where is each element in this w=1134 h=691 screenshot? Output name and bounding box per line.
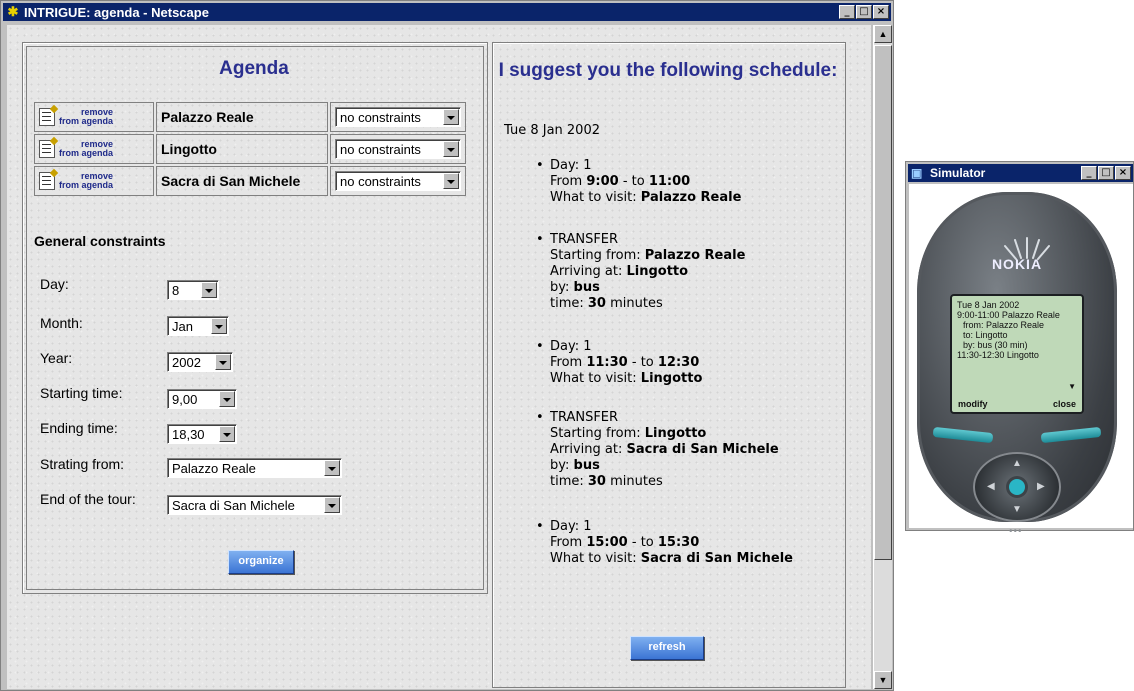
organize-button[interactable]: organize (228, 550, 294, 574)
place-name: Palazzo Reale (156, 102, 328, 132)
starting-from-select[interactable]: Palazzo Reale (167, 458, 342, 478)
simulator-titlebar: ▣ Simulator _ □ × (908, 164, 1133, 182)
softkey-modify[interactable]: modify (958, 399, 988, 409)
agenda-title: Agenda (219, 58, 289, 79)
schedule-date: Tue 8 Jan 2002 (504, 123, 600, 138)
schedule-item: • Day: 1 From 15:00 - to 15:30 What to v… (536, 519, 793, 566)
scroll-thumb[interactable] (874, 45, 892, 560)
constraint-select[interactable]: no constraints (335, 171, 461, 191)
ending-time-label: Ending time: (40, 420, 118, 436)
refresh-button[interactable]: refresh (630, 636, 704, 660)
year-select[interactable]: 2002 (167, 352, 233, 372)
schedule-item: • Day: 1 From 9:00 - to 11:00 What to vi… (536, 158, 742, 205)
simulator-body: NOKIA Tue 8 Jan 2002 9:00-11:00 Palazzo … (909, 184, 1133, 537)
simulator-icon: ▣ (911, 166, 923, 180)
bullet-icon: • (536, 158, 544, 173)
maximize-button[interactable]: □ (1098, 166, 1114, 180)
nav-left-icon[interactable]: ◀ (987, 481, 995, 492)
chevron-down-icon[interactable] (219, 426, 235, 442)
chevron-down-icon[interactable] (201, 282, 217, 298)
maximize-button[interactable]: □ (856, 5, 872, 19)
chevron-down-icon[interactable] (443, 109, 459, 125)
agenda-table: remove from agenda Palazzo Reale no cons… (32, 100, 468, 198)
bullet-icon: • (536, 232, 544, 247)
table-row: remove from agenda Sacra di San Michele … (34, 166, 466, 196)
schedule-item: • TRANSFER Starting from: Lingotto Arriv… (536, 410, 779, 489)
day-label: Day: (40, 276, 69, 292)
chevron-down-icon[interactable] (443, 173, 459, 189)
schedule-item: • Day: 1 From 11:30 - to 12:30 What to v… (536, 339, 703, 386)
nav-select-button[interactable] (1009, 479, 1025, 495)
close-button[interactable]: × (1115, 166, 1131, 180)
month-select[interactable]: Jan (167, 316, 229, 336)
chevron-down-icon[interactable] (324, 497, 340, 513)
bullet-icon: • (536, 410, 544, 425)
month-label: Month: (40, 315, 83, 331)
navigation-pad[interactable]: ▲ ▼ ◀ ▶ (973, 452, 1061, 522)
remove-from-agenda-button[interactable]: remove from agenda (39, 172, 149, 190)
starting-from-label: Strating from: (40, 456, 125, 472)
remove-from-agenda-button[interactable]: remove from agenda (39, 140, 149, 158)
bullet-icon: • (536, 519, 544, 534)
starting-time-select[interactable]: 9,00 (167, 389, 237, 409)
remove-agenda-icon (39, 108, 55, 126)
chevron-down-icon[interactable] (215, 354, 231, 370)
simulator-title: Simulator (930, 166, 986, 180)
year-label: Year: (40, 350, 73, 366)
scroll-down-icon: ▼ (1068, 382, 1076, 391)
place-name: Sacra di San Michele (156, 166, 328, 196)
close-button[interactable]: × (873, 5, 889, 19)
simulator-window: ▣ Simulator _ □ × NOKIA Tue 8 Jan 2002 9… (905, 161, 1134, 537)
general-constraints-title: General constraints (34, 233, 166, 249)
nav-down-icon[interactable]: ▼ (1012, 504, 1022, 515)
remove-agenda-icon (39, 140, 55, 158)
end-of-tour-label: End of the tour: (40, 491, 136, 507)
table-row: remove from agenda Lingotto no constrain… (34, 134, 466, 164)
browser-title: INTRIGUE: agenda - Netscape (24, 4, 209, 20)
chevron-down-icon[interactable] (324, 460, 340, 476)
netscape-icon: ✱ (7, 4, 19, 19)
minimize-button[interactable]: _ (1081, 166, 1097, 180)
schedule-item: • TRANSFER Starting from: Palazzo Reale … (536, 232, 746, 311)
remove-agenda-icon (39, 172, 55, 190)
schedule-title: I suggest you the following schedule: (498, 60, 838, 81)
bullet-icon: • (536, 339, 544, 354)
scroll-down-arrow-icon[interactable]: ▼ (874, 671, 892, 689)
browser-titlebar: ✱ INTRIGUE: agenda - Netscape _ □ × (3, 3, 891, 21)
place-name: Lingotto (156, 134, 328, 164)
end-of-tour-select[interactable]: Sacra di San Michele (167, 495, 342, 515)
ending-time-select[interactable]: 18,30 (167, 424, 237, 444)
phone-brand: NOKIA (991, 256, 1043, 272)
constraint-select[interactable]: no constraints (335, 139, 461, 159)
starting-time-label: Starting time: (40, 385, 123, 401)
constraint-select[interactable]: no constraints (335, 107, 461, 127)
nav-up-icon[interactable]: ▲ (1012, 458, 1022, 469)
phone-screen: Tue 8 Jan 2002 9:00-11:00 Palazzo Reale … (950, 294, 1084, 414)
vertical-scrollbar[interactable]: ▲ ▼ (873, 25, 892, 689)
chevron-down-icon[interactable] (211, 318, 227, 334)
minimize-button[interactable]: _ (839, 5, 855, 19)
nav-right-icon[interactable]: ▶ (1037, 481, 1045, 492)
chevron-down-icon[interactable] (443, 141, 459, 157)
day-select[interactable]: 8 (167, 280, 219, 300)
softkey-close[interactable]: close (1053, 399, 1076, 409)
speaker-dots: ••• (1009, 526, 1023, 537)
chevron-down-icon[interactable] (219, 391, 235, 407)
scroll-up-arrow-icon[interactable]: ▲ (874, 25, 892, 43)
remove-from-agenda-button[interactable]: remove from agenda (39, 108, 149, 126)
table-row: remove from agenda Palazzo Reale no cons… (34, 102, 466, 132)
